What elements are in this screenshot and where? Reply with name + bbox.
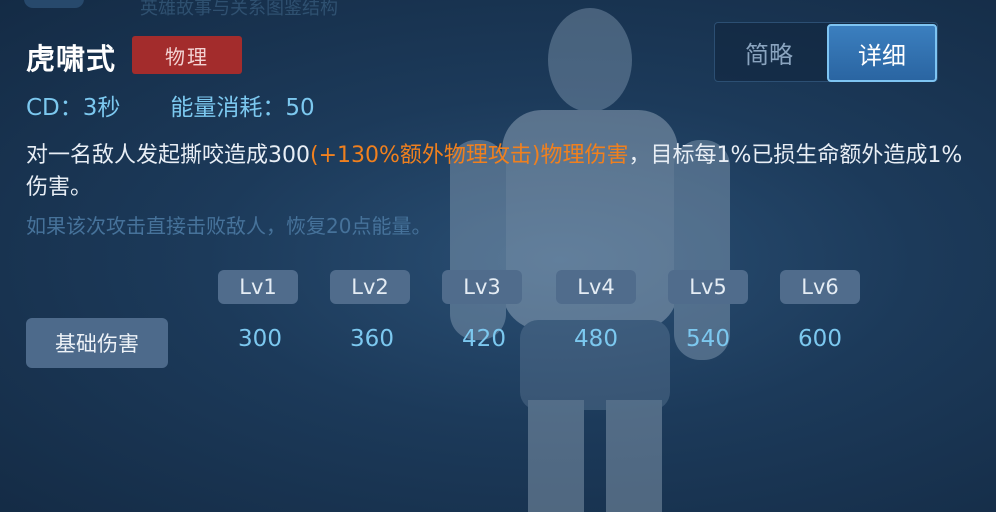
level-header: Lv4	[556, 270, 636, 304]
level-header: Lv1	[218, 270, 298, 304]
skill-description: 对一名敌人发起撕咬造成300(+130%额外物理攻击)物理伤害，目标每1%已损生…	[26, 140, 966, 204]
level-header: Lv2	[330, 270, 410, 304]
detail-toggle: 简略 详细	[714, 22, 938, 82]
description-text: 对一名敌人发起撕咬造成300	[26, 143, 310, 168]
damage-value: 480	[574, 326, 618, 352]
damage-value: 360	[350, 326, 394, 352]
damage-value: 300	[238, 326, 282, 352]
top-icon	[24, 0, 84, 8]
detail-tab[interactable]: 详细	[827, 24, 937, 82]
damage-value: 420	[462, 326, 506, 352]
skill-name: 虎啸式	[26, 42, 117, 76]
player-figure-background	[450, 8, 730, 512]
damage-value: 600	[798, 326, 842, 352]
base-damage-label: 基础伤害	[26, 318, 168, 368]
level-header: Lv6	[780, 270, 860, 304]
damage-type-badge: 物理	[132, 36, 242, 74]
faint-header-text: 英雄故事与关系图鉴结构	[140, 0, 338, 19]
description-highlight: (+130%额外物理攻击)物理伤害	[310, 143, 629, 168]
cooldown-text: CD：3秒	[26, 95, 121, 121]
brief-tab[interactable]: 简略	[715, 23, 823, 81]
energy-cost-text: 能量消耗：50	[170, 95, 315, 121]
damage-value: 540	[686, 326, 730, 352]
level-header: Lv5	[668, 270, 748, 304]
skill-stats: CD：3秒 能量消耗：50	[26, 88, 365, 122]
level-header: Lv3	[442, 270, 522, 304]
skill-extra-description: 如果该次攻击直接击败敌人，恢复20点能量。	[26, 214, 432, 238]
